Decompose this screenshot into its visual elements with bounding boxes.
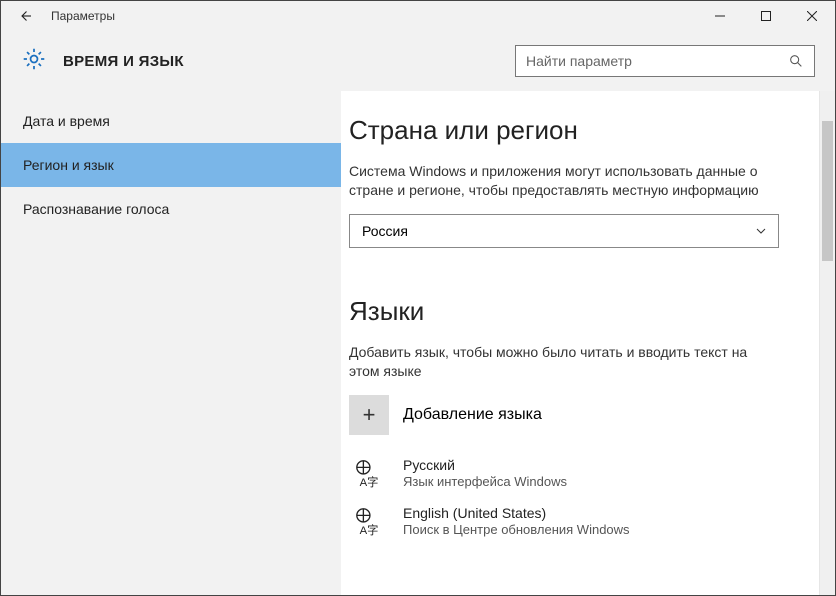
sidebar-item-speech[interactable]: Распознавание голоса (1, 187, 341, 231)
minimize-button[interactable] (697, 1, 743, 31)
sidebar-item-label: Регион и язык (23, 157, 114, 173)
arrow-left-icon (16, 7, 34, 25)
sidebar: Дата и время Регион и язык Распознавание… (1, 91, 341, 595)
languages-description: Добавить язык, чтобы можно было читать и… (349, 343, 779, 381)
add-language-label: Добавление языка (403, 406, 542, 424)
country-selected: Россия (362, 223, 408, 239)
language-sub: Поиск в Центре обновления Windows (403, 522, 630, 537)
close-button[interactable] (789, 1, 835, 31)
sidebar-item-label: Распознавание голоса (23, 201, 169, 217)
scrollbar[interactable] (819, 91, 835, 595)
region-heading: Страна или регион (349, 115, 817, 146)
language-glyph-icon: A字 (349, 506, 389, 536)
language-item-russian[interactable]: A字 Русский Язык интерфейса Windows (349, 457, 817, 489)
content-area: Страна или регион Система Windows и прил… (341, 91, 835, 595)
gear-icon (21, 46, 47, 77)
settings-window: Параметры ВРЕМЯ И ЯЗЫК (0, 0, 836, 596)
languages-heading: Языки (349, 296, 817, 327)
window-controls (697, 1, 835, 31)
plus-icon: + (349, 395, 389, 435)
page-title: ВРЕМЯ И ЯЗЫК (63, 53, 184, 70)
maximize-icon (761, 11, 771, 21)
chevron-down-icon (756, 226, 766, 236)
search-input[interactable] (526, 53, 788, 69)
body: Дата и время Регион и язык Распознавание… (1, 91, 835, 595)
language-text: English (United States) Поиск в Центре о… (403, 505, 630, 537)
titlebar: Параметры (1, 1, 835, 31)
svg-text:A字: A字 (360, 523, 379, 536)
close-icon (807, 11, 817, 21)
region-description: Система Windows и приложения могут испол… (349, 162, 779, 200)
language-name: English (United States) (403, 505, 630, 521)
window-title: Параметры (51, 9, 115, 23)
search-wrap (515, 45, 815, 77)
language-name: Русский (403, 457, 567, 473)
language-text: Русский Язык интерфейса Windows (403, 457, 567, 489)
search-icon (788, 53, 804, 69)
sidebar-item-label: Дата и время (23, 113, 110, 129)
language-item-english[interactable]: A字 English (United States) Поиск в Центр… (349, 505, 817, 537)
header: ВРЕМЯ И ЯЗЫК (1, 31, 835, 91)
sidebar-item-region-language[interactable]: Регион и язык (1, 143, 341, 187)
minimize-icon (715, 11, 725, 21)
search-box[interactable] (515, 45, 815, 77)
language-glyph-icon: A字 (349, 458, 389, 488)
svg-text:A字: A字 (360, 475, 379, 488)
languages-section: Языки Добавить язык, чтобы можно было чи… (349, 296, 817, 537)
scroll-thumb[interactable] (822, 121, 833, 261)
country-dropdown[interactable]: Россия (349, 214, 779, 248)
add-language-button[interactable]: + Добавление языка (349, 395, 817, 435)
sidebar-item-date-time[interactable]: Дата и время (1, 99, 341, 143)
back-button[interactable] (1, 1, 49, 31)
maximize-button[interactable] (743, 1, 789, 31)
language-sub: Язык интерфейса Windows (403, 474, 567, 489)
